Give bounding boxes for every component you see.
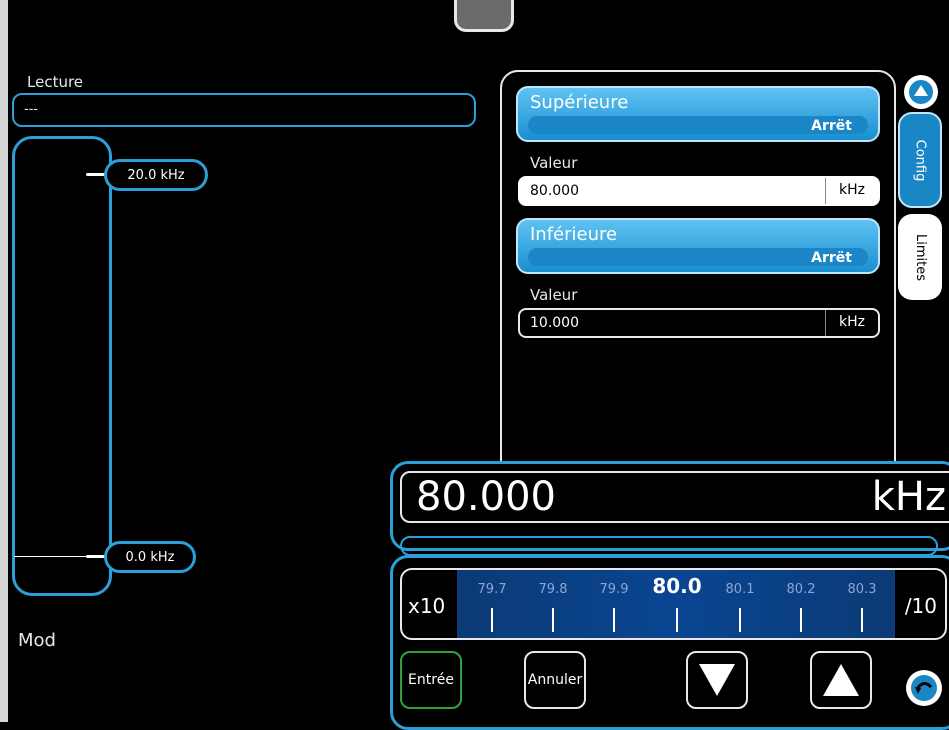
dial-tick-label: 79.8: [538, 582, 568, 597]
reading-value: ---: [24, 102, 39, 117]
lower-limit-button[interactable]: Inférieure Arrët: [516, 218, 880, 274]
arrow-down-icon: [699, 664, 735, 696]
dial-tick: [552, 608, 554, 632]
limits-panel: Supérieure Arrët Valeur 80.000 kHz Infér…: [500, 70, 896, 490]
dial-tick: [800, 608, 802, 632]
dial-tick: [739, 608, 741, 632]
entry-value: 80.000: [416, 474, 556, 520]
left-edge-bar: [0, 0, 8, 722]
reading-label: Lecture: [27, 73, 84, 91]
scroll-up-icon: [909, 80, 933, 104]
reading-field: ---: [12, 93, 476, 127]
upper-limit-button[interactable]: Supérieure Arrët: [516, 86, 880, 142]
dial-tick: [861, 608, 863, 632]
cancel-button-label: Annuler: [527, 672, 583, 688]
tab-limits[interactable]: Limites: [898, 214, 942, 300]
mode-label: Mod: [18, 630, 56, 651]
cancel-button[interactable]: Annuler: [524, 651, 586, 709]
tab-config[interactable]: Config: [898, 112, 942, 208]
dial-tick-label: 79.9: [599, 582, 629, 597]
lower-limit-state: Arrët: [811, 250, 852, 266]
top-drawer-handle[interactable]: [454, 0, 514, 32]
arrow-up-icon: [823, 664, 859, 696]
lower-marker-label[interactable]: 0.0 kHz: [104, 541, 196, 573]
upper-value-field[interactable]: 80.000 kHz: [518, 176, 880, 206]
decrement-button[interactable]: [686, 651, 748, 709]
tuning-dial[interactable]: x10 /10 79.7 79.8 79.9 80.0 80.1 80.2 80…: [400, 568, 947, 640]
lower-limit-title: Inférieure: [530, 224, 618, 245]
dial-tick-label: 80.3: [847, 582, 877, 597]
dial-tick-label: 79.7: [477, 582, 507, 597]
return-icon: [911, 675, 937, 701]
upper-value: 80.000: [530, 183, 579, 199]
dial-current-label: 80.0: [652, 574, 702, 598]
dial-multiply-button[interactable]: x10: [408, 594, 445, 618]
scroll-up-button[interactable]: [904, 75, 938, 109]
entry-unit: kHz: [871, 474, 946, 520]
enter-button[interactable]: Entrée: [400, 651, 462, 709]
upper-marker-text: 20.0 kHz: [127, 167, 185, 183]
dial-tick: [491, 608, 493, 632]
lower-value: 10.000: [530, 315, 579, 331]
dial-tick-label: 80.2: [786, 582, 816, 597]
enter-button-label: Entrée: [408, 672, 454, 688]
lower-value-unit: kHz: [825, 310, 878, 336]
increment-button[interactable]: [810, 651, 872, 709]
tab-config-label: Config: [912, 139, 928, 181]
upper-value-label: Valeur: [530, 154, 578, 172]
entry-progress-bar: [400, 536, 938, 556]
upper-value-unit: kHz: [825, 178, 878, 204]
lower-value-field[interactable]: 10.000 kHz: [518, 308, 880, 338]
lower-value-label: Valeur: [530, 286, 578, 304]
dial-divide-button[interactable]: /10: [905, 594, 937, 618]
lower-marker-text: 0.0 kHz: [125, 549, 175, 565]
dial-tick: [676, 608, 678, 632]
upper-marker-label[interactable]: 20.0 kHz: [104, 159, 208, 191]
upper-limit-state: Arrët: [811, 118, 852, 134]
upper-limit-title: Supérieure: [530, 92, 629, 113]
dial-tick-label: 80.1: [725, 582, 755, 597]
entry-display[interactable]: 80.000 kHz: [400, 471, 949, 523]
return-button[interactable]: [906, 670, 942, 706]
meter-bar: [12, 136, 112, 596]
dial-tick: [613, 608, 615, 632]
tab-limits-label: Limites: [912, 233, 928, 281]
